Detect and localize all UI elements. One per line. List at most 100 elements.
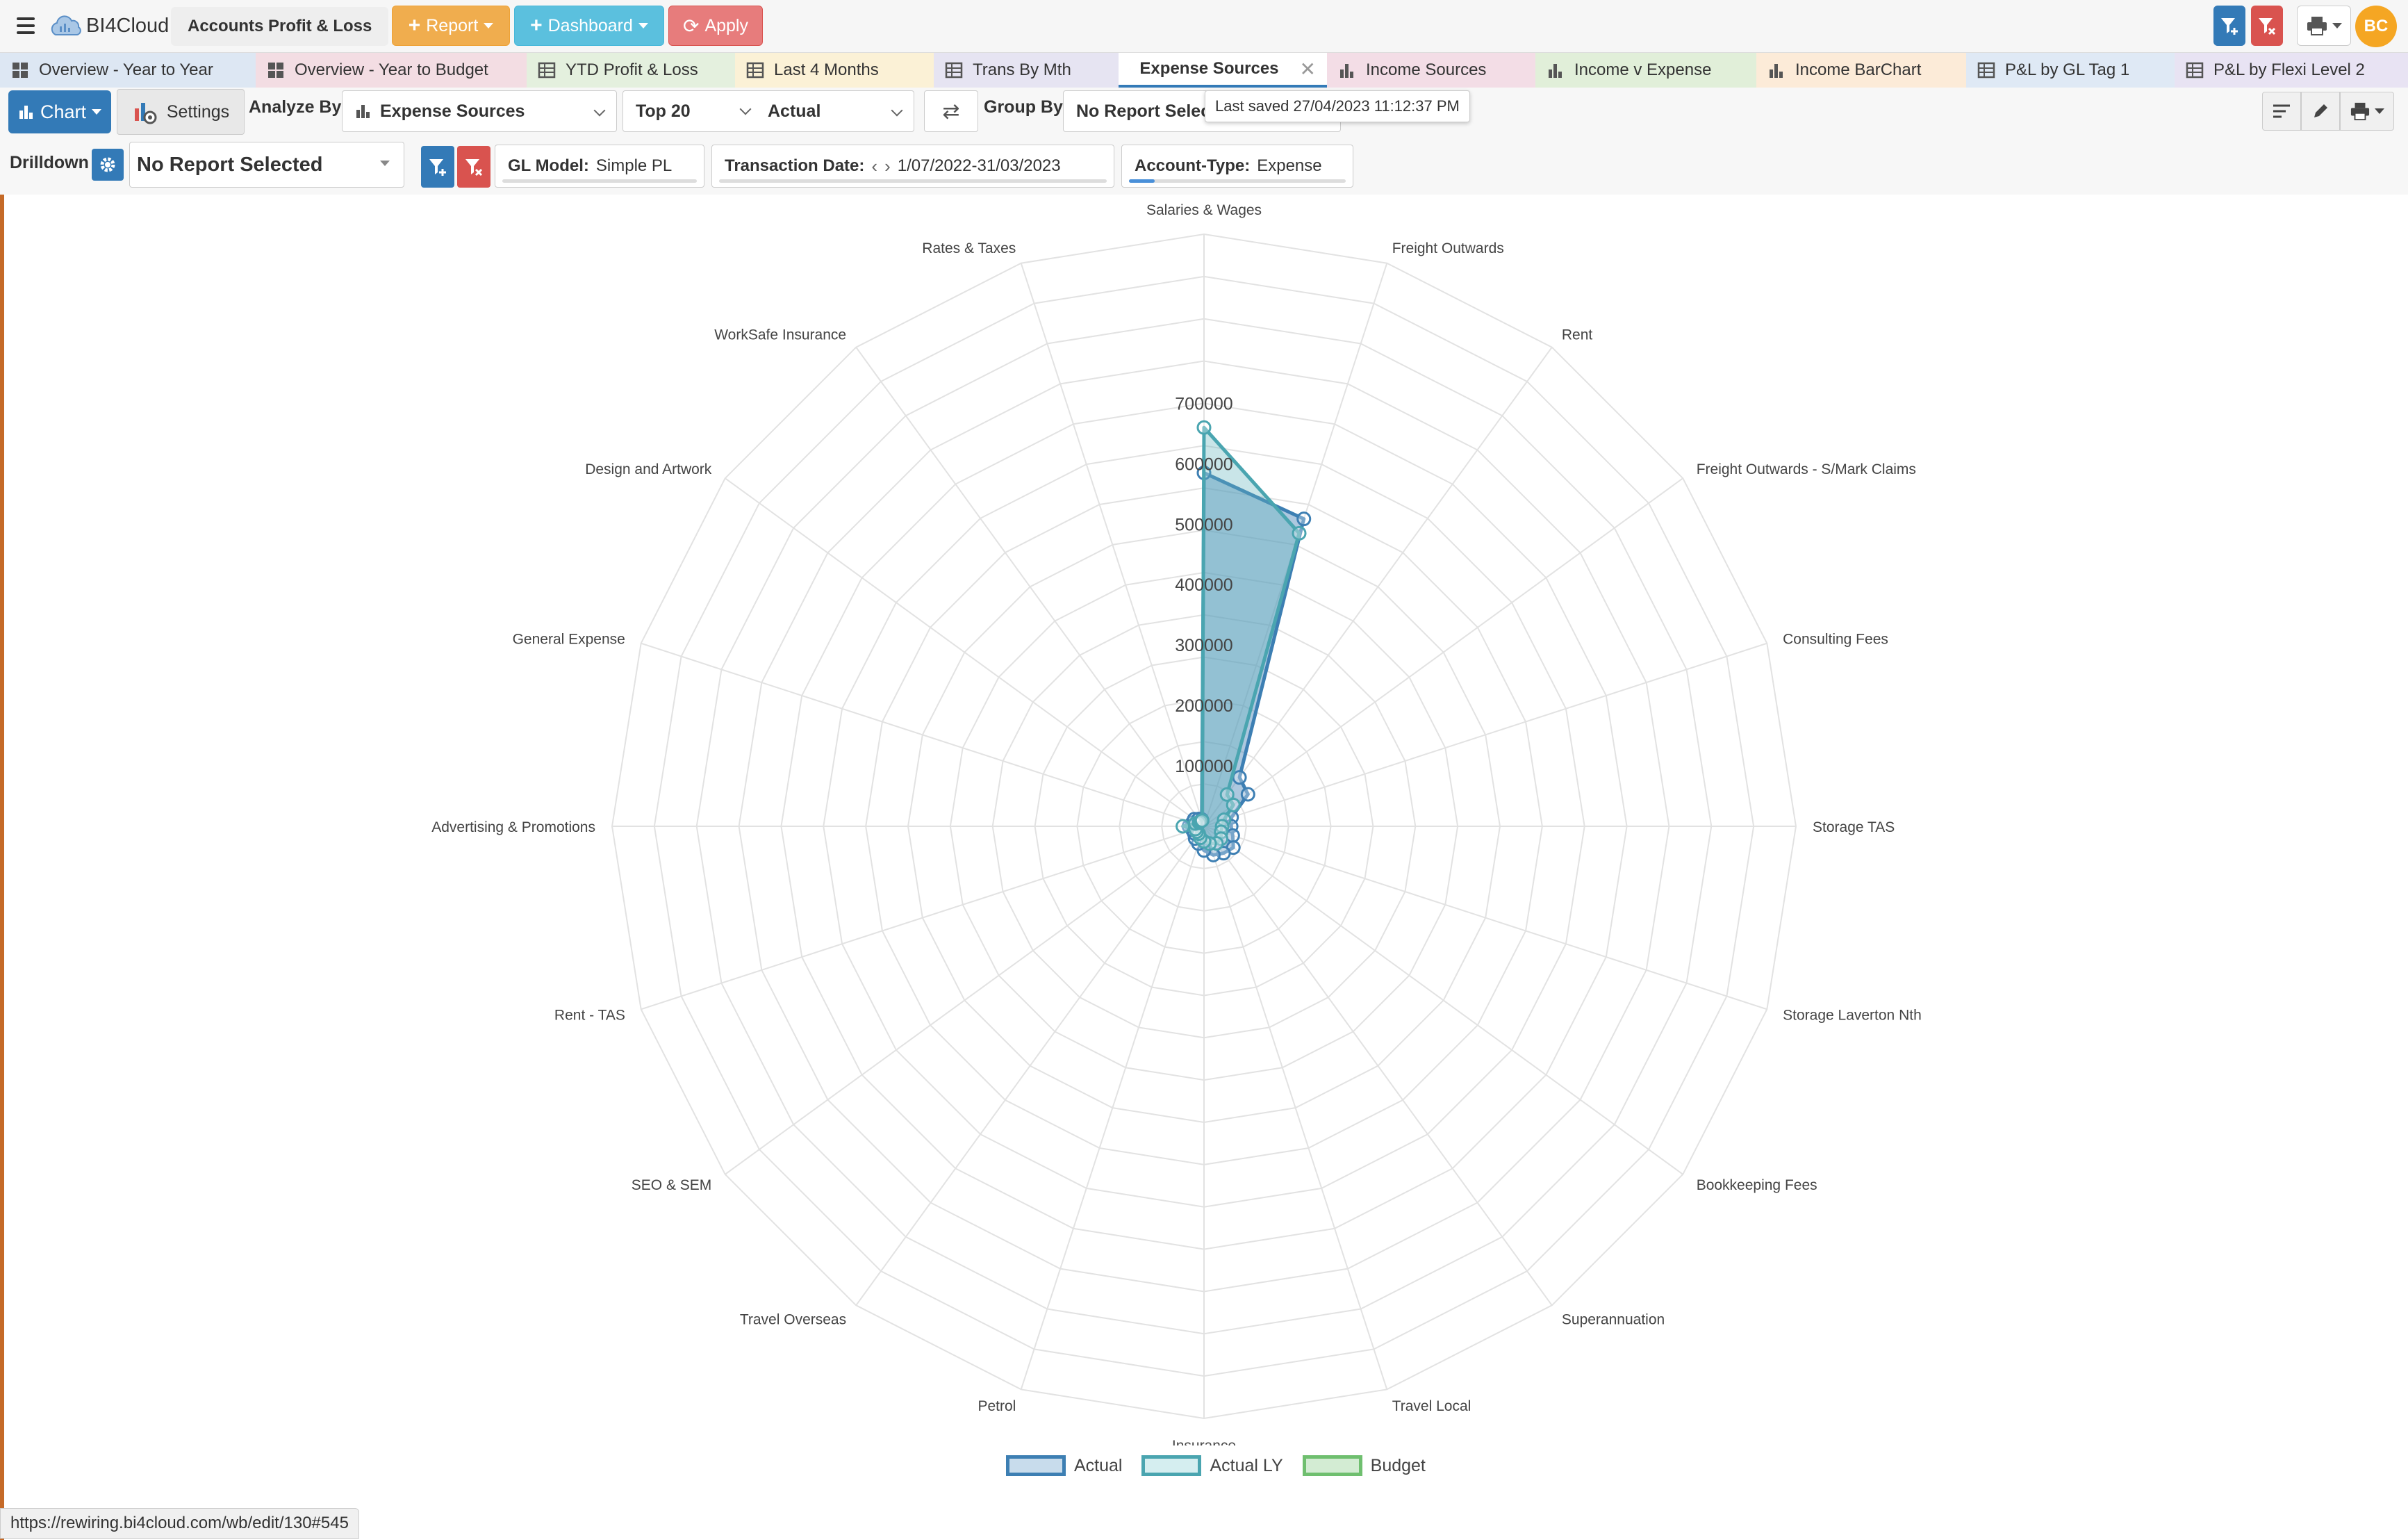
tab-income-barchart[interactable]: Income BarChart: [1756, 53, 1966, 88]
legend-item-budget[interactable]: Budget: [1302, 1455, 1426, 1476]
bar-chart-icon: [1340, 64, 1353, 78]
category-label: Insurance: [1172, 1438, 1236, 1445]
tab-label: Trans By Mth: [973, 60, 1071, 79]
chip-underline: [719, 179, 1107, 183]
filter-clear-icon: [465, 159, 483, 177]
data-point[interactable]: [1196, 420, 1212, 435]
add-filter-button[interactable]: [2213, 6, 2245, 46]
chevron-left-icon[interactable]: ‹: [871, 156, 877, 177]
category-label: Freight Outwards: [1392, 240, 1504, 256]
tab-overview-year-to-year[interactable]: Overview - Year to Year: [0, 53, 256, 88]
sort-lines-icon: [2273, 104, 2290, 118]
clear-filter-button[interactable]: [2251, 6, 2283, 46]
legend-swatch: [1006, 1455, 1066, 1476]
tab-overview-year-to-budget[interactable]: Overview - Year to Budget: [256, 53, 527, 88]
apply-button-label: Apply: [704, 15, 748, 35]
legend-item-actual[interactable]: Actual: [1006, 1455, 1122, 1476]
caret-down-icon: [92, 109, 102, 115]
sort-button[interactable]: [2262, 92, 2301, 131]
bar-chart-icon: [356, 105, 370, 118]
settings-button[interactable]: Settings: [117, 89, 245, 135]
tab-income-sources[interactable]: Income Sources: [1327, 53, 1535, 88]
close-tab-icon[interactable]: ✕: [1300, 58, 1316, 81]
legend-label: Actual: [1074, 1455, 1123, 1475]
radar-chart[interactable]: 100000 200000 300000 400000 500000 600000 7000…: [0, 195, 2408, 1445]
user-avatar[interactable]: BC: [2355, 6, 2397, 47]
printer-icon: [2350, 102, 2370, 121]
chart-type-button[interactable]: Chart: [8, 90, 111, 133]
legend-label: Budget: [1370, 1455, 1426, 1475]
drilldown-settings-button[interactable]: [92, 149, 124, 181]
tab-p-l-by-flexi-level-2[interactable]: P&L by Flexi Level 2: [2175, 53, 2408, 88]
chevron-right-icon[interactable]: ›: [884, 156, 891, 177]
app-logo[interactable]: BI4Cloud: [49, 10, 169, 42]
data-point[interactable]: [1296, 511, 1312, 527]
tab-ytd-profit-loss[interactable]: YTD Profit & Loss: [527, 53, 735, 88]
account-type-label: Account-Type:: [1135, 156, 1251, 175]
bar-chart-icon: [1549, 64, 1562, 78]
caret-down-icon: [638, 23, 648, 28]
status-url-bar: https://rewiring.bi4cloud.com/wb/edit/13…: [0, 1508, 359, 1539]
radial-tick-label: 500000: [1175, 515, 1232, 534]
dashboard-button-label: Dashboard: [547, 15, 633, 35]
radial-tick-label: 200000: [1175, 696, 1232, 716]
category-label: Travel Local: [1392, 1398, 1471, 1414]
refresh-icon: ⟳: [682, 15, 700, 37]
workbook-title[interactable]: Accounts Profit & Loss: [171, 7, 389, 46]
tab-income-v-expense[interactable]: Income v Expense: [1535, 53, 1756, 88]
tab-label: Income BarChart: [1795, 60, 1922, 79]
chart-print-button[interactable]: [2340, 92, 2394, 131]
print-menu-button[interactable]: [2297, 6, 2351, 46]
tab-label: P&L by Flexi Level 2: [2213, 60, 2365, 79]
gl-model-filter-chip[interactable]: GL Model: Simple PL: [495, 145, 704, 188]
data-point[interactable]: [1240, 787, 1255, 802]
tab-last-4-months[interactable]: Last 4 Months: [735, 53, 934, 88]
group-by-label: Group By: [984, 97, 1063, 117]
chevron-down-icon: [891, 104, 903, 117]
category-label: WorkSafe Insurance: [714, 327, 846, 343]
grid-spoke: [1203, 826, 1683, 1175]
tab-label: P&L by GL Tag 1: [2005, 60, 2130, 79]
chart-settings-icon: [134, 103, 157, 124]
top-n-and-measure-select[interactable]: Top 20 Actual: [622, 90, 914, 132]
report-tabs: Overview - Year to Year Overview - Year t…: [0, 53, 2408, 88]
data-point[interactable]: [1226, 797, 1241, 812]
transaction-date-filter-chip[interactable]: Transaction Date: ‹ › 1/07/2022-31/03/20…: [711, 145, 1114, 188]
chevron-down-icon: [593, 104, 606, 117]
apply-button[interactable]: ⟳ Apply: [668, 6, 763, 46]
tab-trans-by-mth[interactable]: Trans By Mth: [934, 53, 1119, 88]
legend-item-actual-ly[interactable]: Actual LY: [1141, 1455, 1283, 1476]
data-point[interactable]: [1194, 813, 1210, 828]
grid-spoke: [1020, 263, 1205, 827]
hamburger-menu-icon[interactable]: [10, 10, 42, 42]
analyze-by-label: Analyze By: [249, 97, 342, 117]
dashboard-button[interactable]: + Dashboard: [514, 6, 664, 46]
analyze-by-select[interactable]: Expense Sources: [342, 90, 617, 132]
grid-spoke: [1203, 826, 1553, 1306]
dashboard-icon: [268, 63, 283, 78]
account-type-filter-chip[interactable]: Account-Type: Expense: [1121, 145, 1353, 188]
caret-down-icon: [484, 23, 494, 28]
caret-down-icon: [380, 161, 390, 166]
swap-axes-button[interactable]: ⇄: [924, 90, 978, 132]
drilldown-select[interactable]: No Report Selected: [129, 142, 404, 188]
add-filter-button[interactable]: [421, 146, 454, 188]
grid-spoke: [855, 347, 1205, 827]
edit-button[interactable]: [2301, 92, 2340, 131]
filter-add-icon: [2221, 18, 2238, 35]
table-icon: [945, 62, 963, 79]
radial-tick-label: 300000: [1175, 636, 1232, 655]
legend-swatch: [1141, 1455, 1202, 1476]
report-button[interactable]: + Report: [392, 6, 510, 46]
tab-p-l-by-gl-tag-1[interactable]: P&L by GL Tag 1: [1966, 53, 2175, 88]
data-point[interactable]: [1292, 525, 1307, 541]
gl-model-value: Simple PL: [595, 156, 673, 175]
data-point[interactable]: [1176, 819, 1191, 834]
drilldown-label: Drilldown: [10, 153, 89, 172]
tab-expense-sources[interactable]: Expense Sources ✕: [1119, 53, 1327, 88]
radial-tick-label: 700000: [1175, 394, 1232, 413]
data-point[interactable]: [1232, 770, 1247, 785]
clear-filter-button[interactable]: [457, 146, 490, 188]
gear-icon: [100, 157, 115, 172]
last-saved-tooltip: Last saved 27/04/2023 11:12:37 PM: [1205, 90, 1470, 122]
